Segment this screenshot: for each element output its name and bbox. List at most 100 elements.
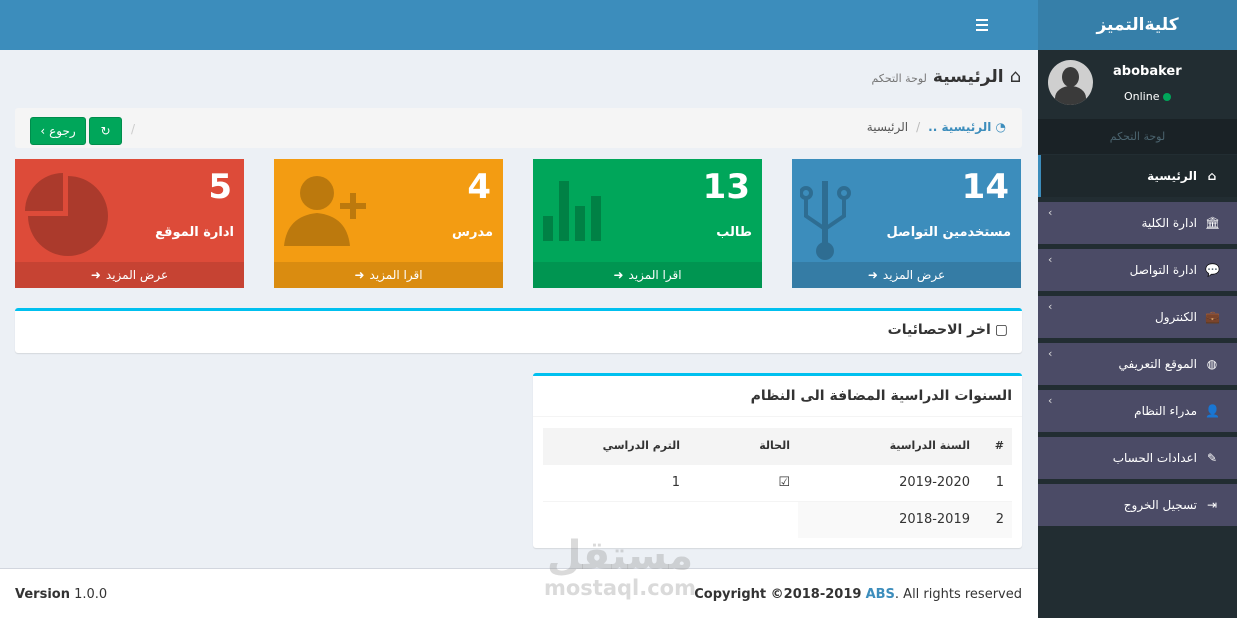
user-name: abobaker <box>1113 64 1182 79</box>
watermark-arabic: مستقل <box>546 533 694 579</box>
sidebar-item-label: الكنترول <box>1155 310 1197 324</box>
sidebar-item-website[interactable]: ‹ الموقع التعريفي ◍ <box>1038 343 1237 385</box>
copyright-suffix: . All rights reserved <box>894 587 1022 602</box>
more-info-link[interactable]: عرض المزيد ➜ <box>15 262 244 288</box>
user-panel: abobaker Online <box>1038 50 1237 118</box>
refresh-button[interactable]: ↻ <box>89 117 122 145</box>
term: 1 <box>543 463 688 501</box>
sidebar-item-label: الموقع التعريفي <box>1118 357 1198 371</box>
home-icon: ⌂ <box>1009 66 1021 87</box>
panel-title: ▢ اخر الاحصائيات <box>888 322 1008 338</box>
globe-icon: ◍ <box>1206 357 1218 371</box>
app-logo[interactable]: كليةالتميز <box>1038 0 1237 50</box>
stat-label: مستخدمين التواصل <box>886 225 1011 240</box>
row-number: 2 <box>978 500 1012 538</box>
sidebar-item-account-settings[interactable]: اعدادات الحساب ✎ <box>1038 437 1237 479</box>
avatar <box>1048 60 1093 105</box>
institution-icon: 🏛 <box>1205 216 1221 230</box>
row-number: 1 <box>978 463 1012 501</box>
sidebar-toggle-icon[interactable] <box>976 12 998 38</box>
pie-chart-icon <box>25 173 108 256</box>
sidebar-item-label: ادارة التواصل <box>1129 263 1197 277</box>
sidebar-item-label: تسجيل الخروج <box>1123 498 1197 512</box>
academic-years-table: # السنة الدراسية الحالة الترم الدراسي 1 … <box>543 428 1012 538</box>
version-number: 1.0.0 <box>74 587 108 602</box>
chevron-right-icon: › <box>40 124 46 138</box>
academic-year: 2018-2019 <box>798 500 978 538</box>
column-header: # <box>978 428 1012 464</box>
academic-year: 2019-2020 <box>798 463 978 501</box>
sidebar-item-logout[interactable]: تسجيل الخروج ⇥ <box>1038 484 1237 526</box>
breadcrumb: ◔ الرئيسية .. / الرئيسية <box>867 120 1006 134</box>
more-info-label: عرض المزيد <box>882 268 946 282</box>
stat-label: طالب <box>716 225 752 240</box>
toolbar-separator: / <box>131 122 136 136</box>
stat-value: 5 <box>208 167 232 207</box>
breadcrumb-separator: / <box>916 120 921 134</box>
sidebar-item-label: مدراء النظام <box>1134 404 1197 418</box>
page-header: ⌂ الرئيسية لوحة التحكم <box>871 66 1021 87</box>
footer: Version 1.0.0 Copyright ©2018-2019 ABS. … <box>0 568 1038 618</box>
sidebar: abobaker Online لوحة التحكم الرئيسية ⌂ ‹… <box>1038 50 1237 618</box>
user-secret-icon: 👤 <box>1205 404 1220 418</box>
sidebar-item-college[interactable]: ‹ ادارة الكلية 🏛 <box>1038 202 1237 244</box>
latest-stats-panel: ▢ اخر الاحصائيات <box>15 308 1022 353</box>
more-info-link[interactable]: اقرا المزيد ➜ <box>274 262 503 288</box>
panel-title: السنوات الدراسية المضافة الى النظام <box>750 388 1012 404</box>
back-button[interactable]: رجوع › <box>30 117 86 145</box>
sidebar-item-label: اعدادات الحساب <box>1112 451 1197 465</box>
back-button-label: رجوع <box>49 124 76 138</box>
stat-value: 14 <box>961 167 1009 207</box>
sticky-note-icon: ▢ <box>994 322 1008 338</box>
chevron-left-icon: ‹ <box>1048 347 1053 360</box>
home-icon: ⌂ <box>1207 169 1217 183</box>
user-add-icon <box>284 176 366 246</box>
refresh-icon: ↻ <box>100 124 111 138</box>
more-info-label: اقرا المزيد <box>369 268 423 282</box>
more-info-link[interactable]: عرض المزيد ➜ <box>792 262 1021 288</box>
chevron-left-icon: ‹ <box>1048 206 1053 219</box>
more-info-label: عرض المزيد <box>105 268 169 282</box>
sidebar-item-admins[interactable]: ‹ مدراء النظام 👤 <box>1038 390 1237 432</box>
page-subtitle: لوحة التحكم <box>871 72 927 85</box>
arrow-circle-right-icon: ➜ <box>613 268 624 282</box>
stat-box-teachers: 4 مدرس اقرا المزيد ➜ <box>274 159 503 288</box>
page-title: الرئيسية <box>932 67 1004 87</box>
dashboard-icon: ◔ <box>995 120 1006 134</box>
sidebar-item-control[interactable]: ‹ الكنترول 💼 <box>1038 296 1237 338</box>
copyright: Copyright ©2018-2019 ABS. All rights res… <box>694 587 1022 602</box>
brand-link[interactable]: ABS <box>866 587 895 602</box>
sidebar-section-header: لوحة التحكم <box>1038 119 1237 154</box>
sidebar-menu: الرئيسية ⌂ ‹ ادارة الكلية 🏛 ‹ ادارة التو… <box>1038 155 1237 531</box>
edit-icon: ✎ <box>1206 451 1218 465</box>
academic-years-panel: السنوات الدراسية المضافة الى النظام # ال… <box>533 373 1022 548</box>
watermark-latin: mostaql.com <box>544 576 696 600</box>
top-navbar <box>0 0 1038 50</box>
copyright-prefix: Copyright ©2018-2019 <box>694 587 862 602</box>
arrow-circle-right-icon: ➜ <box>90 268 101 282</box>
breadcrumb-home-link[interactable]: ◔ الرئيسية .. <box>928 120 1006 134</box>
stat-box-site-admin: 5 ادارة الموقع عرض المزيد ➜ <box>15 159 244 288</box>
panel-divider <box>533 416 1022 417</box>
column-header: الحالة <box>688 428 798 464</box>
online-dot-icon <box>1163 92 1172 101</box>
status-cell <box>688 500 798 538</box>
sidebar-item-label: ادارة الكلية <box>1141 216 1197 230</box>
usb-icon <box>800 181 851 260</box>
sidebar-item-home[interactable]: الرئيسية ⌂ <box>1038 155 1237 197</box>
breadcrumb-current: الرئيسية <box>866 120 909 134</box>
stat-box-communication-users: 14 مستخدمين التواصل عرض المزيد ➜ <box>792 159 1021 288</box>
column-header: السنة الدراسية <box>798 428 978 464</box>
more-info-link[interactable]: اقرا المزيد ➜ <box>533 262 762 288</box>
watermark: مستقل mostaql.com <box>544 535 696 599</box>
version-info: Version 1.0.0 <box>15 587 107 602</box>
sign-out-icon: ⇥ <box>1206 498 1218 512</box>
arrow-circle-right-icon: ➜ <box>867 268 878 282</box>
sidebar-item-communication[interactable]: ‹ ادارة التواصل 💬 <box>1038 249 1237 291</box>
status-cell: ☑ <box>688 463 798 501</box>
user-status: Online <box>1124 90 1172 103</box>
arrow-circle-right-icon: ➜ <box>354 268 365 282</box>
breadcrumb-bar: ◔ الرئيسية .. / الرئيسية <box>15 108 1022 148</box>
stat-label: مدرس <box>452 225 493 240</box>
stat-label: ادارة الموقع <box>155 225 234 240</box>
